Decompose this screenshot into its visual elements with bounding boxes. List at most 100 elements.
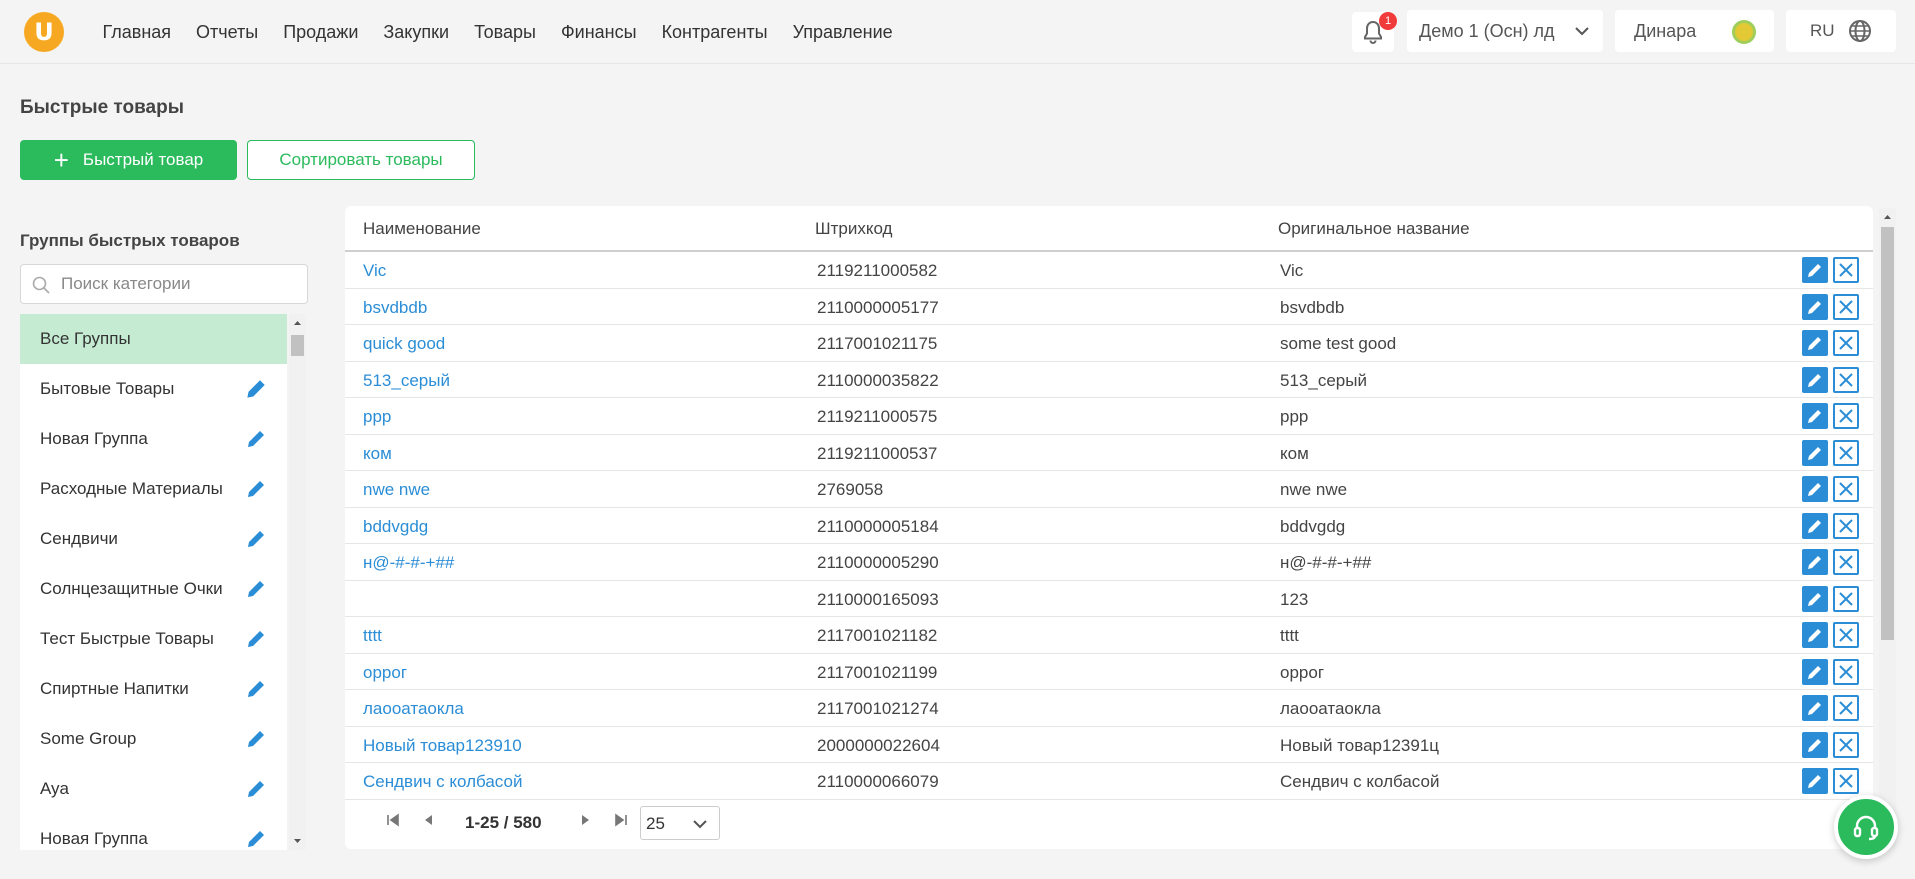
notifications-button[interactable]: 1 <box>1352 12 1397 52</box>
delete-button[interactable] <box>1833 330 1859 356</box>
category-search-input[interactable] <box>61 273 301 295</box>
scroll-down-icon[interactable] <box>289 834 306 848</box>
column-original-name[interactable]: Оригинальное название <box>1278 219 1470 239</box>
delete-button[interactable] <box>1833 476 1859 502</box>
delete-button[interactable] <box>1833 439 1859 466</box>
delete-button[interactable] <box>1833 695 1859 721</box>
group-list-scroll-thumb[interactable] <box>291 335 304 356</box>
item-name-link[interactable]: ком <box>363 444 392 464</box>
column-name[interactable]: Наименование <box>363 219 481 239</box>
nav-sales[interactable]: Продажи <box>283 22 358 43</box>
edit-button[interactable] <box>1802 731 1828 758</box>
pencil-icon[interactable] <box>245 528 267 550</box>
scroll-up-icon[interactable] <box>289 316 306 330</box>
item-name-link[interactable]: Сендвич с колбасой <box>363 772 522 792</box>
nav-management[interactable]: Управление <box>793 22 893 43</box>
pencil-icon[interactable] <box>245 428 267 450</box>
delete-button[interactable] <box>1833 512 1859 539</box>
group-item[interactable]: Aya <box>20 764 287 814</box>
edit-button[interactable] <box>1802 622 1828 648</box>
next-page-icon[interactable] <box>577 812 593 828</box>
pencil-icon[interactable] <box>245 378 267 400</box>
delete-button[interactable] <box>1833 257 1859 283</box>
nav-purchases[interactable]: Закупки <box>383 22 449 43</box>
support-chat-button[interactable] <box>1834 795 1898 859</box>
edit-button[interactable] <box>1802 658 1828 685</box>
delete-button[interactable] <box>1833 403 1859 429</box>
pencil-icon[interactable] <box>245 478 267 500</box>
item-name-link[interactable]: ppp <box>363 407 391 427</box>
first-page-icon[interactable] <box>385 812 401 828</box>
last-page-icon[interactable] <box>613 812 629 828</box>
table-scroll-thumb[interactable] <box>1881 227 1894 640</box>
table-scrollbar[interactable] <box>1879 208 1896 849</box>
edit-button[interactable] <box>1802 585 1828 612</box>
nav-reports[interactable]: Отчеты <box>196 22 258 43</box>
item-name-link[interactable]: tttt <box>363 626 382 646</box>
logo[interactable]: U <box>24 12 64 52</box>
delete-button[interactable] <box>1833 366 1859 393</box>
item-name-link[interactable]: bddvgdg <box>363 517 428 537</box>
delete-button[interactable] <box>1833 622 1859 648</box>
group-list-scrollbar[interactable] <box>289 314 306 850</box>
group-item[interactable]: Some Group <box>20 714 287 764</box>
item-name-link[interactable]: лаооатаокла <box>363 699 464 719</box>
edit-button[interactable] <box>1802 366 1828 393</box>
edit-button[interactable] <box>1802 330 1828 356</box>
group-item[interactable]: Расходные Материалы <box>20 464 287 514</box>
item-name-link[interactable]: н@-#-#-+## <box>363 553 454 573</box>
group-item[interactable]: Сендвичи <box>20 514 287 564</box>
delete-button[interactable] <box>1833 768 1859 794</box>
nav-contractors[interactable]: Контрагенты <box>662 22 768 43</box>
pencil-icon[interactable] <box>245 728 267 750</box>
item-name-link[interactable]: quick good <box>363 334 445 354</box>
pencil-icon <box>1808 629 1821 642</box>
nav-finance[interactable]: Финансы <box>561 22 637 43</box>
item-name-link[interactable]: Новый товар123910 <box>363 736 522 756</box>
edit-button[interactable] <box>1802 768 1828 794</box>
delete-button[interactable] <box>1833 658 1859 685</box>
language-selector[interactable]: RU <box>1786 10 1896 52</box>
close-icon <box>1839 409 1853 423</box>
edit-button[interactable] <box>1802 257 1828 283</box>
delete-button[interactable] <box>1833 585 1859 612</box>
group-item[interactable]: Новая Группа <box>20 414 287 464</box>
group-item[interactable]: Тест Быстрые Товары <box>20 614 287 664</box>
item-name-link[interactable]: оррог <box>363 663 407 683</box>
table-row: bddvgdg 2110000005184 bddvgdg <box>345 508 1873 544</box>
group-item[interactable]: Бытовые Товары <box>20 364 287 414</box>
item-name-link[interactable]: nwe nwe <box>363 480 430 500</box>
delete-button[interactable] <box>1833 293 1859 320</box>
item-name-link[interactable]: Vic <box>363 261 386 281</box>
column-barcode[interactable]: Штрихкод <box>815 219 892 239</box>
edit-button[interactable] <box>1802 549 1828 575</box>
pencil-icon[interactable] <box>245 628 267 650</box>
edit-button[interactable] <box>1802 293 1828 320</box>
pencil-icon[interactable] <box>245 678 267 700</box>
group-item[interactable]: Новая Группа <box>20 814 287 850</box>
add-quick-item-button[interactable]: + Быстрый товар <box>20 140 237 180</box>
edit-button[interactable] <box>1802 512 1828 539</box>
edit-button[interactable] <box>1802 476 1828 502</box>
nav-goods[interactable]: Товары <box>474 22 536 43</box>
edit-button[interactable] <box>1802 403 1828 429</box>
user-menu[interactable]: Динара <box>1615 10 1774 52</box>
item-name-link[interactable]: 513_серый <box>363 371 450 391</box>
item-name-link[interactable]: bsvdbdb <box>363 298 427 318</box>
pencil-icon[interactable] <box>245 578 267 600</box>
edit-button[interactable] <box>1802 439 1828 466</box>
sort-items-button[interactable]: Сортировать товары <box>247 140 475 180</box>
store-selector[interactable]: Демо 1 (Осн) лд <box>1407 10 1603 52</box>
scroll-up-icon[interactable] <box>1879 210 1896 224</box>
group-item[interactable]: Спиртные Напитки <box>20 664 287 714</box>
pencil-icon[interactable] <box>245 828 267 850</box>
delete-button[interactable] <box>1833 731 1859 758</box>
group-item-all[interactable]: Все Группы <box>20 314 287 364</box>
prev-page-icon[interactable] <box>421 812 437 828</box>
edit-button[interactable] <box>1802 695 1828 721</box>
pencil-icon[interactable] <box>245 778 267 800</box>
nav-home[interactable]: Главная <box>103 22 172 43</box>
page-size-select[interactable]: 25 <box>640 806 720 840</box>
delete-button[interactable] <box>1833 549 1859 575</box>
group-item[interactable]: Солнцезащитные Очки <box>20 564 287 614</box>
